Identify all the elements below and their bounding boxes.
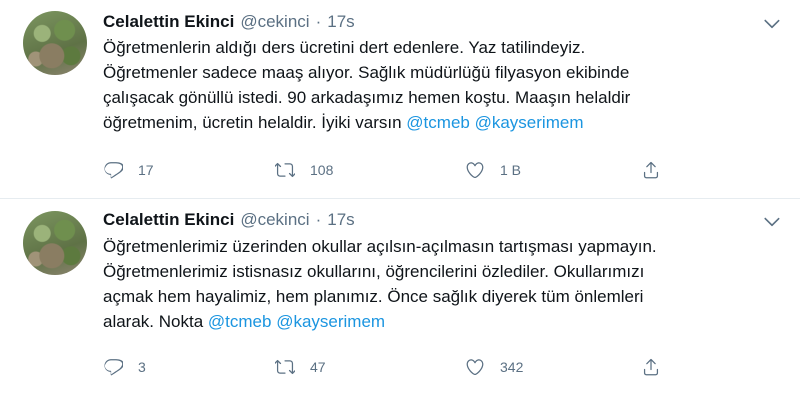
retweet-count: 47 [310,359,326,375]
heart-icon [466,162,484,179]
like-count: 1 B [500,162,522,178]
reply-count: 17 [138,162,154,178]
mention-link[interactable]: @tcmeb [208,312,272,331]
avatar[interactable] [23,11,87,75]
tweet-time[interactable]: 17s [327,210,354,230]
author-name[interactable]: Celalettin Ekinci [103,210,234,230]
tweet-text-line: Öğretmenlerimiz üzerinden okullar açılsı… [103,237,657,256]
share-icon [643,161,659,179]
share-icon [643,358,659,376]
heart-icon [466,359,484,376]
chevron-down-icon[interactable] [762,14,782,34]
like-button[interactable]: 1 B [465,158,521,182]
tweet-text-segment: öğretmenim, ücretin helaldir. İyiki vars… [103,113,407,132]
share-button[interactable] [641,158,661,182]
reply-button[interactable]: 3 [103,355,146,379]
tweet-text-line: açmak hem hayalimiz, hem planımız. Önce … [103,287,644,306]
tweet-text-segment: alarak. Nokta [103,312,208,331]
avatar[interactable] [23,211,87,275]
mention-link[interactable]: @tcmeb [406,113,470,132]
tweet-actions: 17 108 1 B [103,158,683,182]
tweet-header: Celalettin Ekinci @cekinci · 17s [103,210,355,236]
tweet[interactable]: Celalettin Ekinci @cekinci · 17s Öğretme… [0,199,800,401]
tweet-text-line-last: öğretmenim, ücretin helaldir. İyiki vars… [103,110,793,135]
like-button[interactable]: 342 [465,355,523,379]
tweet-text-line: çalışacak gönüllü istedi. 90 arkadaşımız… [103,88,631,107]
author-handle[interactable]: @cekinci [240,12,309,32]
reply-button[interactable]: 17 [103,158,154,182]
retweet-icon [275,359,295,375]
tweet-text: Öğretmenlerimiz üzerinden okullar açılsı… [103,234,793,334]
tweet-text: Öğretmenlerin aldığı ders ücretini dert … [103,35,793,135]
tweet[interactable]: Celalettin Ekinci @cekinci · 17s Öğretme… [0,0,800,198]
mention-link[interactable]: @kayserimem [475,113,584,132]
author-handle[interactable]: @cekinci [240,210,309,230]
like-count: 342 [500,359,524,375]
tweet-text-line: Öğretmenler sadece maaş alıyor. Sağlık m… [103,63,630,82]
tweet-text-line: Öğretmenlerin aldığı ders ücretini dert … [103,38,586,57]
retweet-count: 108 [310,162,334,178]
reply-icon [104,359,123,376]
author-name[interactable]: Celalettin Ekinci [103,12,234,32]
reply-count: 3 [138,359,146,375]
separator-dot: · [315,210,322,229]
retweet-button[interactable]: 108 [275,158,333,182]
share-button[interactable] [641,355,661,379]
retweet-icon [275,162,295,178]
tweet-text-line: Öğretmenlerimiz istisnasız okullarını, ö… [103,262,645,281]
reply-icon [104,162,123,179]
tweet-time[interactable]: 17s [327,12,354,32]
tweet-actions: 3 47 342 [103,355,683,379]
retweet-button[interactable]: 47 [275,355,326,379]
mention-link[interactable]: @kayserimem [276,312,385,331]
separator-dot: · [315,12,322,31]
tweet-text-line-last: alarak. Nokta @tcmeb @kayserimem [103,309,793,334]
chevron-down-icon[interactable] [762,212,782,232]
